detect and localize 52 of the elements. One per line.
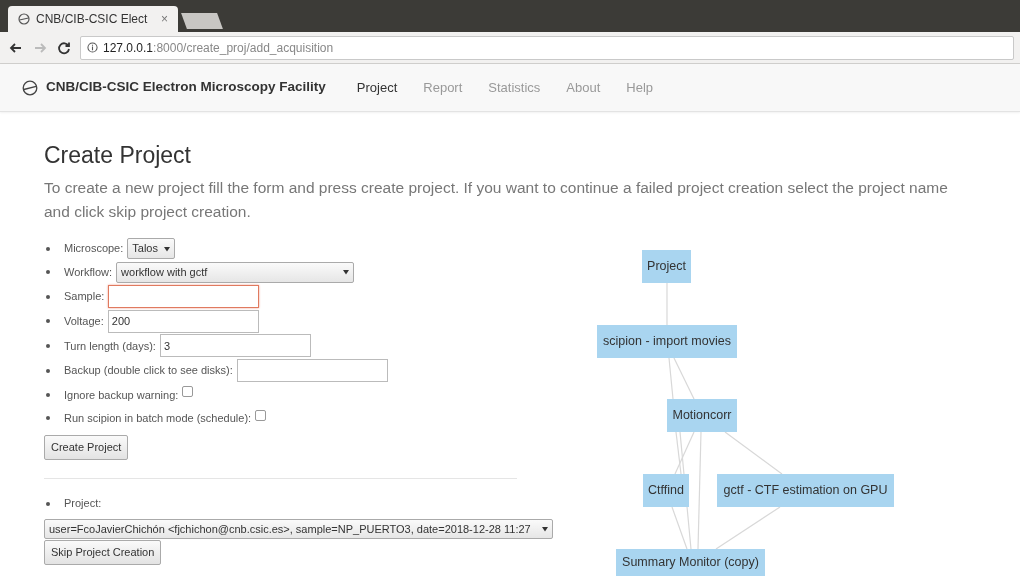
dropdown[interactable]: Talos xyxy=(127,238,175,259)
close-icon[interactable]: × xyxy=(161,10,168,28)
bullet-icon xyxy=(46,368,50,373)
browser-tab[interactable]: CNB/CIB-CSIC Elect × xyxy=(8,6,178,32)
address-bar[interactable]: 127.0.0.1:8000/create_proj/add_acquisition xyxy=(80,35,1014,60)
bullet-icon xyxy=(46,416,50,421)
workflow-node[interactable]: scipion - import movies xyxy=(597,324,737,358)
input-field[interactable] xyxy=(236,359,388,383)
field-label: Voltage: xyxy=(64,313,104,329)
caret-icon xyxy=(343,269,350,276)
input-field[interactable]: 200 xyxy=(107,309,259,333)
input-field[interactable]: 3 xyxy=(159,334,311,358)
intro-text: To create a new project fill the form and press create project. If you want to continue a failed project creation select the project name and click skip project creation. xyxy=(44,177,949,222)
bullet-icon xyxy=(46,501,50,506)
info-icon xyxy=(87,42,98,53)
caret-icon xyxy=(164,245,170,252)
brand-title[interactable]: CNB/CIB-CSIC Electron Microscopy Facility xyxy=(46,77,326,98)
create-project-button[interactable]: Create Project xyxy=(44,435,129,460)
logo-icon xyxy=(22,79,38,96)
workflow-node[interactable]: Ctffind xyxy=(643,473,689,507)
bullet-icon xyxy=(46,392,50,397)
nav-link[interactable]: Project xyxy=(343,73,411,102)
field-label: Turn length (days): xyxy=(64,338,156,354)
field-label: Backup (double click to see disks): xyxy=(64,363,233,379)
page-heading: Create Project xyxy=(44,142,192,170)
bullet-icon xyxy=(46,319,50,324)
project-select[interactable]: user=FcoJavierChichón <fjchichon@cnb.csic.es>, sample=NP_PUERTO3, date=2018-12-28 11:27 xyxy=(44,518,553,540)
dropdown[interactable]: workflow with gctf xyxy=(116,262,355,283)
workflow-node[interactable]: Summary Monitor (copy) xyxy=(616,548,765,576)
field-label: Ignore backup warning: xyxy=(64,387,179,403)
new-tab-button[interactable] xyxy=(181,13,223,29)
input-field[interactable] xyxy=(108,285,260,308)
bullet-icon xyxy=(46,246,50,251)
checkbox[interactable] xyxy=(255,409,267,421)
field-label: Microscope: xyxy=(64,241,124,257)
connector-line xyxy=(715,506,781,550)
field-label: Run scipion in batch mode (schedule): xyxy=(64,411,252,427)
connector-line xyxy=(724,431,783,475)
field-label: Project: xyxy=(64,496,102,512)
workflow-node[interactable]: Project xyxy=(642,249,691,283)
workflow-node[interactable]: Motioncorr xyxy=(667,398,737,432)
bullet-icon xyxy=(46,343,50,348)
bullet-icon xyxy=(46,294,50,299)
workflow-node[interactable]: gctf - CTF estimation on GPU xyxy=(717,473,894,507)
caret-icon xyxy=(542,525,548,532)
logo-icon xyxy=(18,13,30,25)
field-label: Sample: xyxy=(64,289,105,305)
field-label: Workflow: xyxy=(64,265,113,281)
tab-title: CNB/CIB-CSIC Elect xyxy=(36,11,148,28)
bullet-icon xyxy=(46,270,50,275)
checkbox[interactable] xyxy=(182,386,194,398)
skip-project-button[interactable]: Skip Project Creation xyxy=(44,540,162,565)
